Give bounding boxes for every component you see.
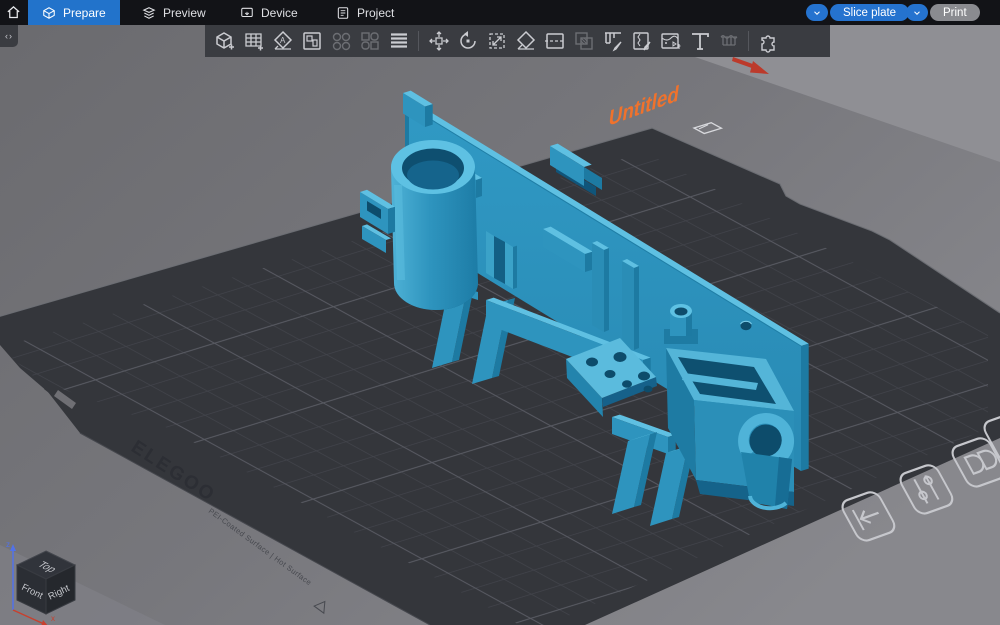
support-paint-icon[interactable] <box>598 28 627 54</box>
scale-icon[interactable] <box>482 28 511 54</box>
tab-device[interactable]: Device <box>226 0 312 25</box>
viewport-3d[interactable]: ELEGOO PEI-Coated Surface | Hot Surface … <box>0 0 1000 625</box>
svg-text:A: A <box>280 36 286 45</box>
tab-device-label: Device <box>261 5 298 20</box>
z-axis-label: z <box>6 540 10 549</box>
tab-project[interactable]: Project <box>322 0 408 25</box>
chevron-down-icon <box>914 10 920 15</box>
rotate-icon[interactable] <box>453 28 482 54</box>
add-text-icon[interactable] <box>685 28 714 54</box>
seam-paint-icon[interactable] <box>627 28 656 54</box>
print-button[interactable]: Print <box>930 4 980 21</box>
defect-inspect-icon[interactable] <box>656 28 685 54</box>
tab-preview[interactable]: Preview <box>128 0 220 25</box>
arrange-icon[interactable] <box>297 28 326 54</box>
print-group: Print <box>906 4 980 21</box>
mesh-boolean-icon[interactable] <box>569 28 598 54</box>
top-bar: Prepare Preview Device Project Slice pla… <box>0 0 1000 25</box>
chevron-down-icon <box>814 10 820 15</box>
project-icon <box>337 6 349 19</box>
assembly-view-icon[interactable] <box>754 28 783 54</box>
cut-icon[interactable] <box>540 28 569 54</box>
prepare-icon <box>43 6 55 19</box>
x-axis-label: x <box>51 614 55 623</box>
auto-orient-icon[interactable]: A <box>268 28 297 54</box>
move-icon[interactable] <box>424 28 453 54</box>
variable-layer-height-icon[interactable] <box>384 28 413 54</box>
home-button[interactable] <box>0 0 26 25</box>
preview-icon <box>142 6 156 19</box>
split-to-objects-icon[interactable] <box>326 28 355 54</box>
add-object-icon[interactable] <box>210 28 239 54</box>
tab-prepare-label: Prepare <box>63 5 106 20</box>
slice-plate-button[interactable]: Slice plate <box>830 4 910 21</box>
split-to-parts-icon[interactable] <box>355 28 384 54</box>
lay-on-face-icon[interactable] <box>511 28 540 54</box>
device-icon <box>241 7 253 17</box>
slice-dropdown-button[interactable] <box>806 4 828 21</box>
tab-preview-label: Preview <box>163 5 206 20</box>
slice-group: Slice plate <box>806 4 910 21</box>
add-plate-icon[interactable] <box>239 28 268 54</box>
tab-project-label: Project <box>357 5 395 20</box>
main-toolbar: A <box>205 25 830 57</box>
tab-prepare[interactable]: Prepare <box>28 0 120 25</box>
print-dropdown-button[interactable] <box>906 4 928 21</box>
home-icon <box>6 6 20 19</box>
collapse-toolbar-button[interactable]: ‹› <box>0 25 18 47</box>
fuzzy-skin-icon[interactable] <box>714 28 743 54</box>
